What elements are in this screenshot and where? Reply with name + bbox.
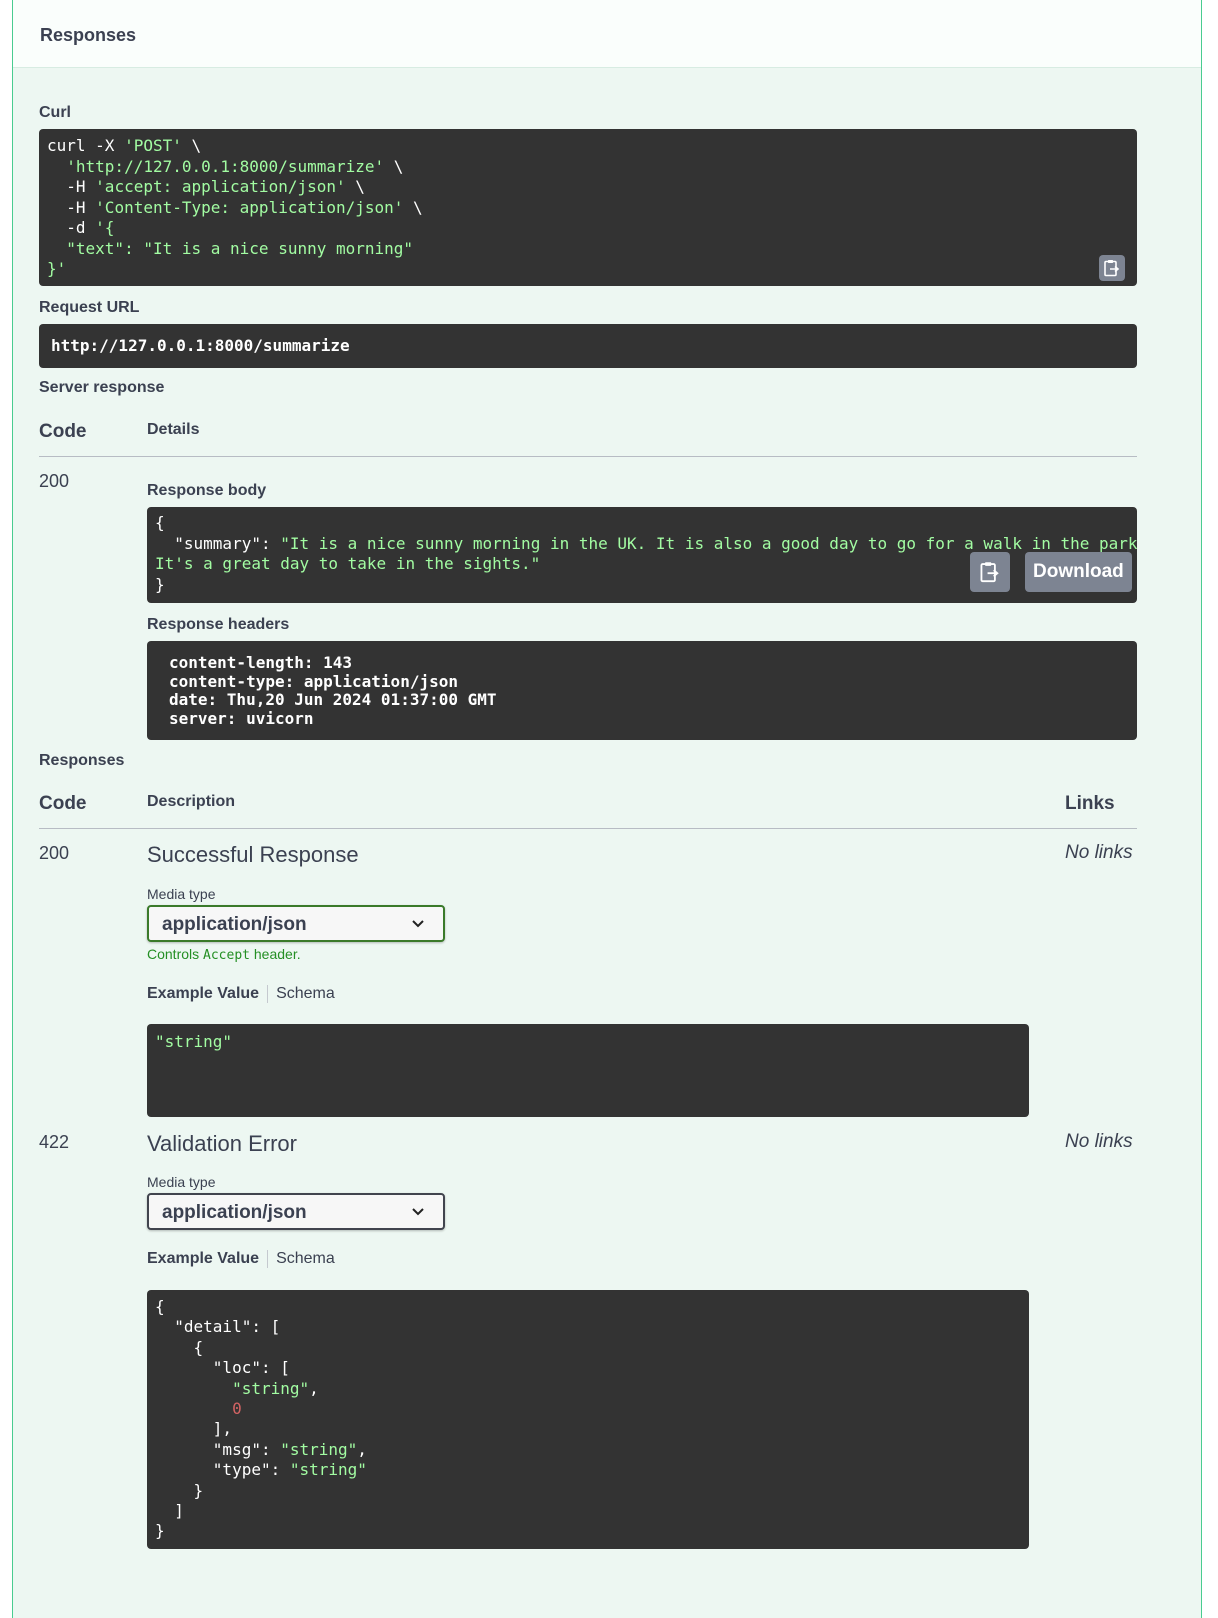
example-schema-tabs-422: Example Value Schema — [147, 1250, 335, 1268]
response-links-200: No links — [1065, 842, 1133, 863]
tab-schema[interactable]: Schema — [276, 985, 335, 1002]
response-headers-label: Response headers — [147, 616, 290, 633]
media-type-value: application/json — [162, 914, 307, 935]
response-description-200: Successful Response — [147, 842, 359, 867]
header-line: content-length: 143 — [169, 653, 353, 672]
media-type-label: Media type — [147, 886, 216, 902]
tab-example-value[interactable]: Example Value — [147, 985, 259, 1002]
response-code-422: 422 — [39, 1132, 70, 1152]
response-links-422: No links — [1065, 1131, 1133, 1152]
responses-col-links: Links — [1065, 793, 1115, 814]
server-response-label: Server response — [39, 379, 165, 396]
curl-label: Curl — [39, 104, 71, 121]
header-line: server: uvicorn — [169, 708, 314, 728]
media-type-label: Media type — [147, 1174, 216, 1190]
media-type-select-200[interactable]: application/json — [147, 905, 445, 942]
clipboard-icon — [980, 562, 999, 583]
server-response-code: 200 — [39, 471, 70, 491]
request-url-value[interactable]: http://127.0.0.1:8000/summarize — [39, 324, 1137, 368]
server-col-details: Details — [147, 421, 200, 438]
example-schema-tabs-200: Example Value Schema — [147, 985, 335, 1003]
response-body-label: Response body — [147, 482, 267, 499]
request-url-label: Request URL — [39, 299, 140, 316]
download-button[interactable]: Download — [1025, 552, 1132, 592]
panel-title: Responses — [40, 25, 137, 45]
example-value-block-200[interactable]: "string" — [147, 1024, 1029, 1117]
responses-table-divider — [39, 828, 1137, 829]
response-code-200: 200 — [39, 843, 70, 863]
media-type-value: application/json — [162, 1202, 307, 1223]
copy-curl-button[interactable] — [1099, 255, 1125, 281]
media-type-select-422[interactable]: application/json — [147, 1193, 445, 1230]
server-col-code: Code — [39, 421, 87, 442]
clipboard-icon — [1104, 260, 1120, 277]
responses-panel: Responses Curl curl -X 'POST' \ 'http://… — [12, 0, 1202, 1618]
chevron-down-icon — [412, 1208, 424, 1216]
header-line: content-type: application/json — [169, 671, 458, 691]
panel-header: Responses — [13, 0, 1201, 68]
tab-schema[interactable]: Schema — [276, 1250, 335, 1267]
response-headers-block[interactable]: content-length: 143 content-type: applica… — [147, 641, 1137, 740]
accept-header-hint: Controls Accept header. — [147, 946, 301, 963]
copy-response-button[interactable] — [970, 552, 1010, 592]
header-line: date: Thu,20 Jun 2024 01:37:00 GMT — [169, 690, 497, 709]
chevron-down-icon — [412, 920, 424, 928]
responses-col-description: Description — [147, 793, 236, 810]
response-description-422: Validation Error — [147, 1131, 297, 1156]
server-table-divider — [39, 456, 1137, 457]
example-value-block-422[interactable]: { "detail": [ { "loc": [ "string", 0 ], … — [147, 1290, 1029, 1549]
curl-code-block[interactable]: curl -X 'POST' \ 'http://127.0.0.1:8000/… — [39, 129, 1137, 286]
tab-example-value[interactable]: Example Value — [147, 1250, 259, 1267]
responses-col-code: Code — [39, 793, 87, 814]
responses-label: Responses — [39, 752, 125, 769]
